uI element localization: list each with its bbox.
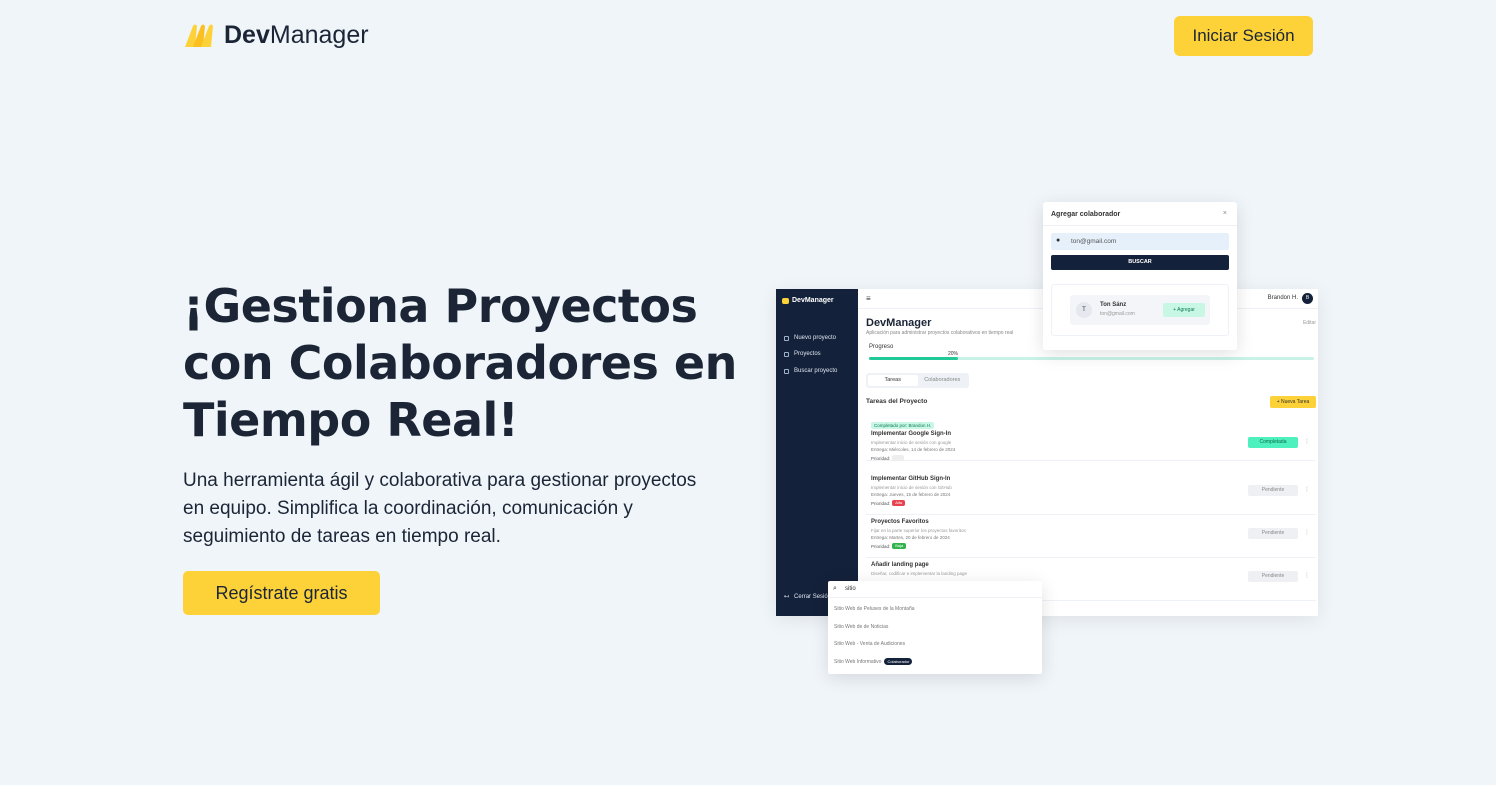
brand-logo[interactable]: DevManager: [183, 20, 369, 50]
progress-fill: [869, 357, 958, 360]
collab-search-button: BUSCAR: [1051, 255, 1229, 270]
logo-icon: [185, 24, 213, 47]
task-name: Proyectos Favoritos: [871, 519, 929, 525]
projects-icon: [784, 351, 789, 357]
collab-result: T Ton Sánz ton@gmail.com + Agregar: [1051, 284, 1229, 336]
preview-new-task: + Nueva Tarea: [1270, 396, 1316, 408]
task-priority: Prioridad: Alta: [871, 500, 906, 506]
preview-sidebar-item: Proyectos: [784, 351, 821, 357]
search-result: Sitio Web de de Noticias: [834, 624, 888, 630]
preview-logo-icon: [782, 297, 789, 304]
task-name: Implementar GitHub Sign-In: [871, 476, 951, 482]
menu-icon: ≡: [866, 294, 871, 303]
preview-progress-label: Progreso: [869, 344, 894, 350]
preview-tasks-heading: Tareas del Proyecto: [866, 398, 928, 405]
search-icon: [784, 368, 789, 374]
divider: [1043, 225, 1237, 226]
collab-email-field: ● ton@gmail.com: [1051, 233, 1229, 250]
avatar: B: [1302, 293, 1313, 304]
task-priority: Prioridad: Baja: [871, 543, 907, 549]
login-button[interactable]: Iniciar Sesión: [1174, 16, 1313, 56]
preview-task: Proyectos Favoritos Fijar en la parte su…: [866, 514, 1316, 558]
search-result: Sitio Web - Venta de Audiciones: [834, 641, 905, 647]
more-icon: ⋮: [1304, 439, 1310, 445]
preview-logo: DevManager: [782, 297, 834, 304]
close-icon: ×: [1222, 210, 1227, 217]
task-date: Entrega: Miércoles, 14 de febrero de 202…: [871, 447, 956, 452]
hero-subtitle: Una herramienta ágil y colaborativa para…: [183, 470, 697, 547]
register-button[interactable]: Regístrate gratis: [183, 571, 380, 615]
preview-project-desc: Aplicación para administrar proyectos co…: [866, 330, 1014, 336]
task-desc: Implementar inicio de sesión con GitHub: [871, 485, 952, 490]
task-desc: Diseñar, codificar e implementar la land…: [871, 571, 968, 576]
task-desc: Implementar inicio de sesión con google: [871, 440, 952, 445]
collab-email-value: ton@gmail.com: [1071, 238, 1117, 245]
task-date: Entrega: Jueves, 15 de febrero de 2024: [871, 492, 951, 497]
more-icon: ⋮: [1304, 530, 1310, 536]
task-badge: Completado por: Brandon H.: [871, 422, 935, 429]
priority-pill: Alta: [892, 500, 906, 506]
preview-search-query: sitio: [845, 586, 856, 592]
collab-title: Agregar colaborador: [1051, 211, 1121, 218]
preview-sidebar-item: Buscar proyecto: [784, 368, 837, 374]
brand-name: DevManager: [224, 20, 369, 50]
brand-name-light: Manager: [269, 21, 369, 49]
collab-result-name: Ton Sánz: [1100, 302, 1127, 308]
progress-bar: [869, 357, 1314, 360]
search-result-label: Sitio Web de de Noticias: [834, 624, 889, 630]
more-icon: ⋮: [1304, 573, 1310, 579]
collab-result-card: T Ton Sánz ton@gmail.com + Agregar: [1070, 295, 1210, 325]
task-status: Pendiente: [1248, 571, 1298, 582]
logout-icon: ↤: [784, 594, 790, 600]
preview-edit: Editar: [1302, 320, 1316, 326]
collaborator-tag: Colaborador: [884, 658, 913, 665]
preview-username: Brandon H.: [1267, 295, 1298, 301]
new-project-icon: [784, 335, 789, 341]
preview-project-title: DevManager: [866, 317, 932, 329]
avatar: T: [1076, 302, 1092, 318]
task-name: Añadir landing page: [871, 562, 929, 568]
task-status: Pendiente: [1248, 485, 1298, 496]
priority-pill: [892, 455, 905, 461]
priority-label: Prioridad:: [871, 500, 891, 506]
preview-task: Completado por: Brandon H. Implementar G…: [866, 417, 1316, 461]
task-priority: Prioridad:: [871, 455, 905, 461]
task-name: Implementar Google Sign-In: [871, 431, 952, 437]
brand-name-bold: Dev: [224, 21, 270, 49]
search-icon: ⌕: [833, 585, 837, 592]
add-collaborator-preview: Agregar colaborador × ● ton@gmail.com BU…: [1043, 202, 1237, 350]
hero-title: ¡Gestiona Proyectos con Colaboradores en…: [183, 279, 737, 447]
task-desc: Fijar en la parte superior los proyectos…: [871, 528, 966, 533]
preview-search-input: ⌕ sitio: [828, 581, 1042, 598]
priority-label: Prioridad:: [871, 543, 891, 549]
preview-sidebar-label: Proyectos: [794, 351, 821, 357]
search-result-label: Sitio Web de Peluses de la Montaña: [834, 606, 915, 612]
preview-sidebar-item: Nuevo proyecto: [784, 335, 836, 341]
collab-result-email: ton@gmail.com: [1100, 311, 1135, 317]
priority-pill: Baja: [892, 543, 907, 549]
search-result: Sitio Web de Peluses de la Montaña: [834, 606, 915, 612]
search-result: Sitio Web Informativo Colaborador: [834, 658, 913, 665]
preview-logout: ↤ Cerrar Sesión: [784, 593, 832, 601]
priority-label: Prioridad:: [871, 455, 891, 461]
preview-tab-collaborators: Colaboradores: [924, 377, 961, 383]
preview-tab-tasks: Tareas: [868, 375, 918, 386]
preview-brand: DevManager: [792, 297, 834, 304]
task-date: Entrega: Martes, 20 de febrero de 2024: [871, 535, 950, 540]
preview-sidebar: DevManager Nuevo proyecto Proyectos Busc…: [776, 289, 858, 616]
preview-logout-label: Cerrar Sesión: [794, 593, 832, 600]
search-result-label: Sitio Web Informativo: [834, 658, 882, 665]
preview-task: Implementar GitHub Sign-In Implementar i…: [866, 471, 1316, 515]
preview-tabs: Tareas Colaboradores: [866, 373, 969, 388]
task-status: Completada: [1248, 437, 1298, 448]
more-icon: ⋮: [1304, 487, 1310, 493]
preview-sidebar-label: Nuevo proyecto: [794, 335, 837, 341]
search-preview: ⌕ sitio Sitio Web de Peluses de la Monta…: [828, 581, 1042, 674]
collab-add-button: + Agregar: [1163, 303, 1205, 317]
preview-sidebar-label: Buscar proyecto: [794, 368, 838, 374]
task-status: Pendiente: [1248, 528, 1298, 539]
search-result-label: Sitio Web - Venta de Audiciones: [834, 641, 906, 647]
user-icon: ●: [1056, 237, 1061, 244]
